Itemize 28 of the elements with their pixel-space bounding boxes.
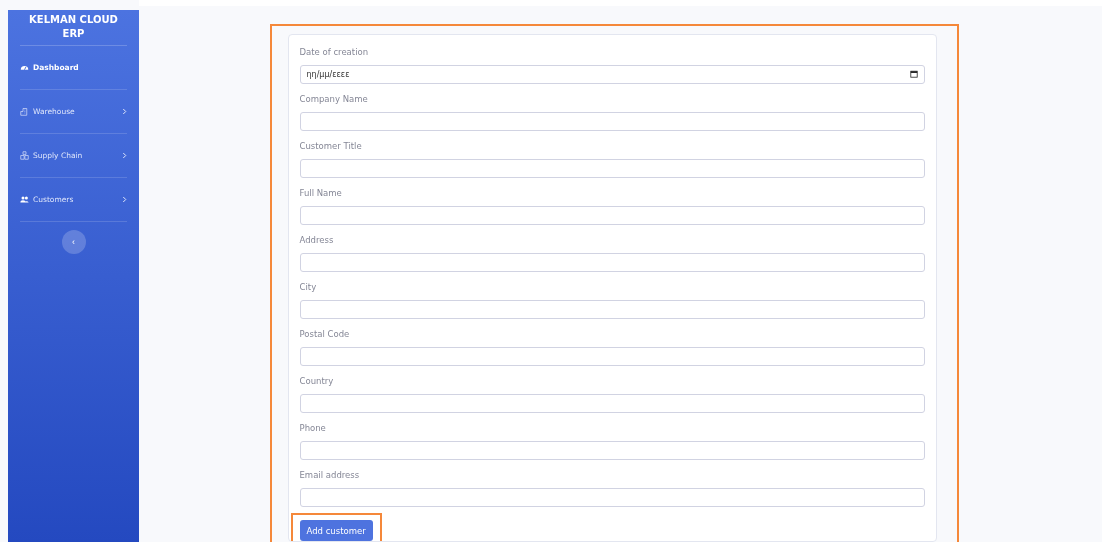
field-label: Address — [299, 234, 335, 247]
field-label: City — [299, 281, 318, 294]
field-label: Date of creation — [299, 46, 370, 59]
collapse-button[interactable]: ‹ — [61, 230, 86, 254]
calendar-icon — [909, 70, 918, 78]
boxes-icon — [20, 151, 29, 160]
building-icon — [20, 107, 29, 116]
text-input[interactable] — [299, 205, 925, 225]
text-input[interactable] — [299, 158, 925, 178]
field-label: Phone — [299, 422, 327, 435]
field-label: Postal Code — [299, 328, 351, 341]
text-input[interactable] — [299, 440, 925, 460]
text-input[interactable] — [299, 111, 925, 131]
gauge-icon — [20, 63, 29, 72]
text-input[interactable] — [299, 252, 925, 272]
text-input[interactable] — [299, 393, 925, 413]
add-customer-button[interactable]: Add customer — [299, 520, 373, 541]
field-label: Customer Title — [299, 140, 363, 153]
field-label: Email address — [299, 469, 361, 482]
users-icon — [20, 195, 29, 204]
date-input[interactable]: ηη/μμ/εεεε — [299, 64, 925, 84]
text-input[interactable] — [299, 299, 925, 319]
field-label: Full Name — [299, 187, 343, 200]
text-input[interactable] — [299, 346, 925, 366]
brand-title: KELMAN CLOUD ERP — [20, 10, 127, 46]
text-input[interactable] — [299, 487, 925, 507]
field-label: Company Name — [299, 93, 369, 106]
field-label: Country — [299, 375, 335, 388]
